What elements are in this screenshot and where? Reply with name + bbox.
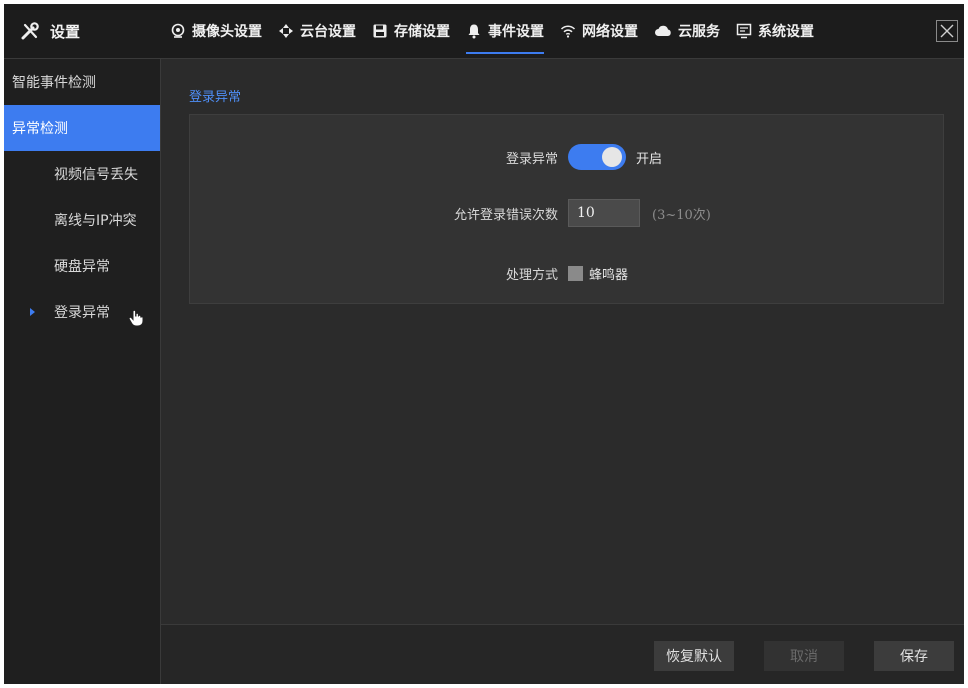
login-exception-control: 开启 [568, 144, 662, 170]
camera-icon [170, 23, 186, 39]
top-bar: 设置 摄像头设置 云台设置 存储设置 事件设置 网络设置 云服务 系统设置 [4, 4, 964, 59]
ptz-arrows-icon [278, 23, 294, 39]
tab-label: 云服务 [678, 24, 720, 40]
cancel-button[interactable]: 取消 [764, 641, 844, 671]
app-title: 设置 [20, 4, 80, 58]
main-tabs: 摄像头设置 云台设置 存储设置 事件设置 网络设置 云服务 系统设置 [162, 4, 822, 58]
tab-label: 系统设置 [758, 24, 814, 40]
handling-row: 处理方式 蜂鸣器 [190, 263, 943, 283]
tab-event-settings[interactable]: 事件设置 [458, 4, 552, 58]
toggle-state-text: 开启 [636, 151, 663, 167]
sidebar-item-label: 离线与IP冲突 [54, 213, 137, 229]
handling-control: 蜂鸣器 [568, 264, 628, 283]
tab-cloud-service[interactable]: 云服务 [646, 4, 728, 58]
sidebar-item-video-signal-loss[interactable]: 视频信号丢失 [4, 151, 160, 197]
hand-pointer-icon [128, 309, 144, 331]
tools-icon [20, 21, 40, 41]
sidebar-item-offline-ip-conflict[interactable]: 离线与IP冲突 [4, 197, 160, 243]
sidebar-item-label: 异常检测 [12, 121, 68, 137]
sidebar-item-exception-detection[interactable]: 异常检测 [4, 105, 160, 151]
allowed-errors-range-hint: (3~10次) [652, 207, 711, 223]
login-exception-label: 登录异常 [505, 151, 558, 167]
tab-camera-settings[interactable]: 摄像头设置 [162, 4, 270, 58]
settings-window: 设置 摄像头设置 云台设置 存储设置 事件设置 网络设置 云服务 系统设置 智能… [4, 4, 964, 684]
buzzer-label: 蜂鸣器 [589, 267, 629, 283]
save-disk-icon [372, 23, 388, 39]
tab-network-settings[interactable]: 网络设置 [552, 4, 646, 58]
save-button[interactable]: 保存 [874, 641, 954, 671]
monitor-icon [736, 23, 752, 39]
tab-system-settings[interactable]: 系统设置 [728, 4, 822, 58]
sidebar-item-label: 智能事件检测 [12, 75, 96, 91]
wifi-icon [560, 23, 576, 39]
selected-indicator-icon [30, 308, 35, 316]
sidebar-item-label: 硬盘异常 [54, 259, 110, 275]
tab-storage-settings[interactable]: 存储设置 [364, 4, 458, 58]
allowed-errors-label: 允许登录错误次数 [453, 207, 558, 223]
footer-bar: 恢复默认 取消 保存 [161, 624, 964, 684]
allowed-errors-input[interactable] [568, 199, 640, 227]
tab-label: 存储设置 [394, 24, 450, 40]
toggle-knob [602, 147, 622, 167]
sidebar: 智能事件检测 异常检测 视频信号丢失 离线与IP冲突 硬盘异常 登录异常 [4, 59, 161, 684]
section-title: 登录异常 [189, 90, 242, 105]
tab-label: 云台设置 [300, 24, 356, 40]
cloud-icon [654, 24, 672, 38]
login-exception-toggle[interactable] [568, 144, 626, 170]
close-button[interactable] [936, 20, 958, 42]
login-exception-panel: 登录异常 开启 允许登录错误次数 (3~10次) 处理方式 蜂鸣器 [189, 114, 944, 304]
tab-label: 摄像头设置 [192, 24, 262, 40]
bell-icon [466, 23, 482, 39]
tab-ptz-settings[interactable]: 云台设置 [270, 4, 364, 58]
tab-label: 网络设置 [582, 24, 638, 40]
app-title-label: 设置 [50, 22, 81, 41]
restore-defaults-button[interactable]: 恢复默认 [654, 641, 734, 671]
allowed-errors-row: 允许登录错误次数 (3~10次) [190, 199, 943, 227]
buzzer-checkbox[interactable] [568, 265, 583, 281]
sidebar-item-label: 视频信号丢失 [54, 167, 138, 183]
allowed-errors-control: (3~10次) [568, 199, 711, 227]
sidebar-item-disk-exception[interactable]: 硬盘异常 [4, 243, 160, 289]
handling-label: 处理方式 [505, 267, 558, 283]
close-icon [940, 24, 954, 38]
sidebar-item-label: 登录异常 [54, 305, 110, 321]
sidebar-item-smart-event-detection[interactable]: 智能事件检测 [4, 59, 160, 105]
login-exception-row: 登录异常 开启 [190, 144, 943, 170]
tab-label: 事件设置 [488, 24, 544, 40]
